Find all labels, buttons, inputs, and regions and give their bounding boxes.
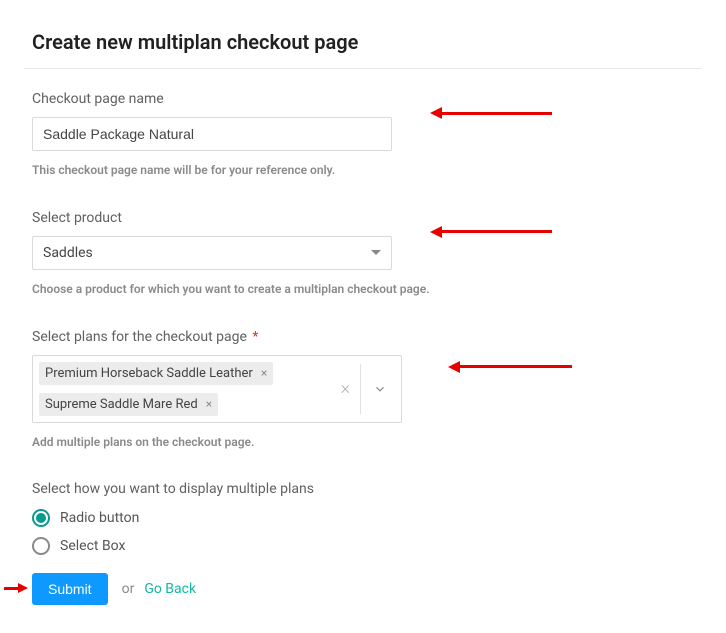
close-icon[interactable]: ×	[206, 397, 212, 411]
annotation-arrow	[430, 107, 552, 119]
field-select-product: Select product Saddles Choose a product …	[32, 210, 694, 301]
helper-select-plans: Add multiple plans on the checkout page.	[32, 431, 452, 454]
chevron-down-icon[interactable]	[361, 382, 393, 396]
label-checkout-name: Checkout page name	[32, 91, 694, 107]
multiselect-plans[interactable]: Premium Horseback Saddle Leather × Supre…	[32, 355, 402, 423]
divider	[24, 68, 702, 69]
radio-label: Radio button	[60, 510, 139, 526]
annotation-arrow	[448, 361, 572, 373]
label-select-product: Select product	[32, 210, 694, 226]
field-select-plans: Select plans for the checkout page * Pre…	[32, 329, 694, 454]
field-display-mode: Select how you want to display multiple …	[32, 481, 694, 555]
multiselect-tags: Premium Horseback Saddle Leather × Supre…	[33, 356, 323, 422]
radio-label: Select Box	[60, 538, 125, 554]
radio-group-display: Radio button Select Box	[32, 509, 694, 555]
label-display-mode: Select how you want to display multiple …	[32, 481, 694, 497]
annotation-arrow	[430, 226, 552, 238]
radio-option-radio-button[interactable]: Radio button	[32, 509, 694, 527]
submit-button[interactable]: Submit	[32, 573, 108, 605]
annotation-arrow	[4, 583, 28, 593]
label-select-plans: Select plans for the checkout page *	[32, 329, 694, 345]
plan-tag: Premium Horseback Saddle Leather ×	[39, 362, 273, 385]
select-product-value: Saddles	[43, 245, 93, 261]
label-select-plans-text: Select plans for the checkout page	[32, 329, 247, 345]
go-back-link[interactable]: Go Back	[144, 581, 196, 597]
field-checkout-name: Checkout page name This checkout page na…	[32, 91, 694, 182]
multiselect-controls: ×	[323, 356, 401, 422]
page-title: Create new multiplan checkout page	[32, 30, 694, 54]
radio-icon	[32, 509, 50, 527]
plan-tag-label: Premium Horseback Saddle Leather	[45, 366, 253, 381]
or-text: or	[122, 581, 135, 597]
form-actions: Submit or Go Back	[32, 573, 694, 605]
helper-checkout-name: This checkout page name will be for your…	[32, 159, 452, 182]
plan-tag-label: Supreme Saddle Mare Red	[45, 397, 198, 412]
chevron-down-icon	[371, 250, 381, 255]
select-product[interactable]: Saddles	[32, 236, 392, 270]
required-mark: *	[252, 329, 258, 345]
close-icon[interactable]: ×	[261, 366, 267, 380]
plan-tag: Supreme Saddle Mare Red ×	[39, 393, 218, 416]
helper-select-product: Choose a product for which you want to c…	[32, 278, 452, 301]
clear-all-icon[interactable]: ×	[331, 378, 360, 399]
radio-icon	[32, 537, 50, 555]
radio-option-select-box[interactable]: Select Box	[32, 537, 694, 555]
input-checkout-name[interactable]	[32, 117, 392, 151]
